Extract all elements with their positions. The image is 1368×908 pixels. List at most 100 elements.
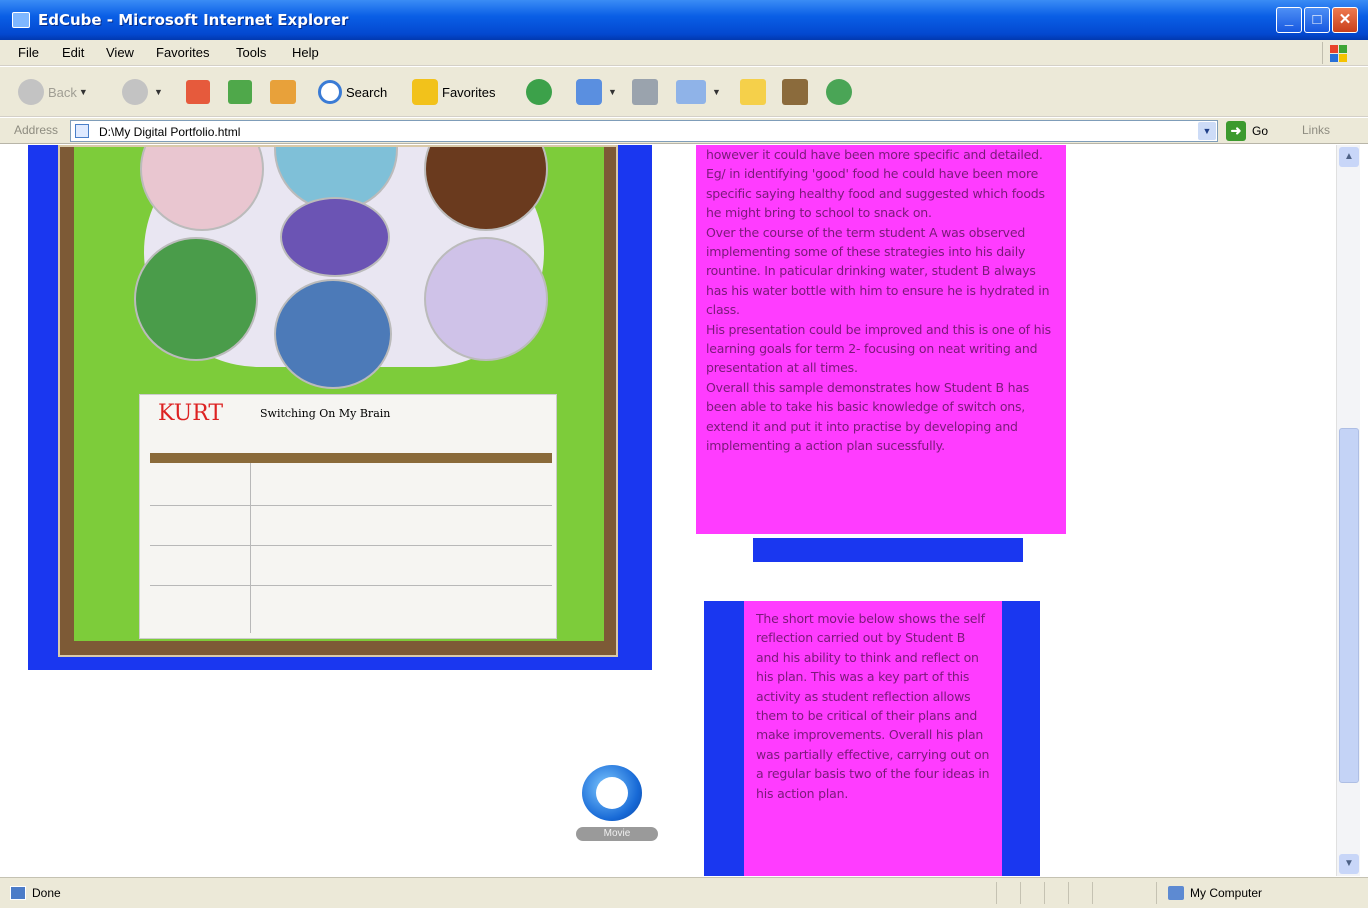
zone-text: My Computer xyxy=(1190,886,1263,900)
go-arrow-icon: ➜ xyxy=(1226,121,1246,141)
back-arrow-icon xyxy=(18,79,44,105)
address-bar: Address D:\My Digital Portfolio.html ▼ ➜… xyxy=(0,118,1368,144)
favorites-label: Favorites xyxy=(442,84,496,100)
ie-app-icon[interactable] xyxy=(12,12,30,28)
worksheet-line xyxy=(150,505,552,506)
research-icon xyxy=(782,79,808,105)
address-input[interactable]: D:\My Digital Portfolio.html ▼ xyxy=(70,120,1218,142)
messenger-icon xyxy=(826,79,852,105)
drawing-circle xyxy=(280,197,390,277)
worksheet-name: KURT xyxy=(158,401,224,426)
assessment-paragraph: however it could have been more specific… xyxy=(706,147,1045,221)
vertical-scrollbar[interactable]: ▲ ▼ xyxy=(1336,145,1360,876)
menu-bar: File Edit View Favorites Tools Help xyxy=(0,40,1368,66)
status-divider xyxy=(1156,882,1157,904)
status-text: Done xyxy=(32,886,61,900)
mail-button[interactable]: ▼ xyxy=(576,77,617,107)
menu-edit[interactable]: Edit xyxy=(62,45,84,60)
drawing-circle xyxy=(274,279,392,389)
quicktime-movie-icon[interactable]: Movie xyxy=(574,765,660,843)
status-bar: Done My Computer xyxy=(0,877,1368,908)
mail-icon xyxy=(576,79,602,105)
stop-icon xyxy=(186,80,210,104)
folder-icon xyxy=(740,79,766,105)
worksheet-line xyxy=(150,585,552,586)
favorites-button[interactable]: Favorites xyxy=(412,77,495,107)
stop-button[interactable] xyxy=(186,77,214,107)
menu-favorites[interactable]: Favorites xyxy=(156,45,209,60)
toolbar: Back ▼ ▼ Search Favorites ▼ ▼ xyxy=(0,67,1368,117)
blue-divider-bar xyxy=(753,538,1023,562)
minimize-button[interactable]: _ xyxy=(1276,7,1302,33)
computer-icon xyxy=(1168,886,1184,900)
close-button[interactable]: ✕ xyxy=(1332,7,1358,33)
status-divider xyxy=(996,882,997,904)
status-divider xyxy=(1068,882,1069,904)
window-title: EdCube - Microsoft Internet Explorer xyxy=(38,11,349,29)
go-button[interactable]: ➜ Go xyxy=(1226,121,1268,141)
page-icon xyxy=(75,124,89,138)
poster-photo: KURT Switching On My Brain xyxy=(58,145,618,657)
page-done-icon xyxy=(10,886,26,900)
forward-button[interactable]: ▼ xyxy=(122,77,163,107)
title-bar: EdCube - Microsoft Internet Explorer _ □… xyxy=(0,0,1368,40)
page-content: KURT Switching On My Brain however it co… xyxy=(8,145,1336,876)
search-label: Search xyxy=(346,84,388,100)
forward-arrow-icon xyxy=(122,79,148,105)
back-button[interactable]: Back ▼ xyxy=(18,77,88,107)
go-label: Go xyxy=(1252,124,1269,138)
back-label: Back xyxy=(48,84,77,100)
worksheet: KURT Switching On My Brain xyxy=(139,394,557,639)
worksheet-title: Switching On My Brain xyxy=(260,407,391,420)
worksheet-divider xyxy=(250,463,251,633)
status-divider xyxy=(1092,882,1093,904)
search-icon xyxy=(318,80,342,104)
menu-help[interactable]: Help xyxy=(292,45,319,60)
drawing-circle xyxy=(134,237,258,361)
scroll-thumb[interactable] xyxy=(1339,428,1359,783)
status-done: Done xyxy=(10,886,61,900)
search-button[interactable]: Search xyxy=(318,77,387,107)
drawing-circle xyxy=(424,237,548,361)
movie-label: Movie xyxy=(576,827,658,841)
history-button[interactable] xyxy=(526,77,556,107)
status-divider xyxy=(1020,882,1021,904)
history-icon xyxy=(526,79,552,105)
scroll-down-icon[interactable]: ▼ xyxy=(1339,854,1359,874)
edit-icon xyxy=(676,80,706,104)
worksheet-line xyxy=(150,545,552,546)
refresh-icon xyxy=(228,80,252,104)
quicktime-logo-center xyxy=(596,777,628,809)
print-button[interactable] xyxy=(632,77,662,107)
links-button[interactable]: Links xyxy=(1302,123,1330,137)
chevron-down-icon: ▼ xyxy=(154,87,163,97)
star-icon xyxy=(412,79,438,105)
assessment-text-box: however it could have been more specific… xyxy=(696,145,1066,534)
assessment-paragraph: His presentation could be improved and t… xyxy=(706,321,1051,376)
reflection-text-box: The short movie below shows the self ref… xyxy=(744,601,1002,876)
research-button[interactable] xyxy=(782,77,812,107)
scroll-up-icon[interactable]: ▲ xyxy=(1339,147,1359,167)
menu-tools[interactable]: Tools xyxy=(236,45,266,60)
windows-logo-icon xyxy=(1322,42,1348,64)
menu-file[interactable]: File xyxy=(18,45,39,60)
address-label: Address xyxy=(14,123,59,137)
chevron-down-icon: ▼ xyxy=(608,87,617,97)
assessment-paragraph: Overall this sample demonstrates how Stu… xyxy=(706,379,1030,454)
chevron-down-icon[interactable]: ▼ xyxy=(1198,122,1216,140)
assessment-paragraph: Over the course of the term student A wa… xyxy=(706,224,1050,318)
chevron-down-icon: ▼ xyxy=(78,87,88,97)
chevron-down-icon: ▼ xyxy=(712,87,721,97)
printer-icon xyxy=(632,79,658,105)
poster-board: KURT Switching On My Brain xyxy=(74,147,604,641)
photo-frame: KURT Switching On My Brain xyxy=(28,145,652,670)
messenger-button[interactable] xyxy=(826,77,856,107)
menu-view[interactable]: View xyxy=(106,45,134,60)
refresh-button[interactable] xyxy=(228,77,256,107)
status-zone: My Computer xyxy=(1168,886,1262,900)
edit-button[interactable]: ▼ xyxy=(676,77,721,107)
home-button[interactable] xyxy=(270,77,300,107)
folder-button[interactable] xyxy=(740,77,770,107)
maximize-button[interactable]: □ xyxy=(1304,7,1330,33)
address-value: D:\My Digital Portfolio.html xyxy=(99,125,241,139)
